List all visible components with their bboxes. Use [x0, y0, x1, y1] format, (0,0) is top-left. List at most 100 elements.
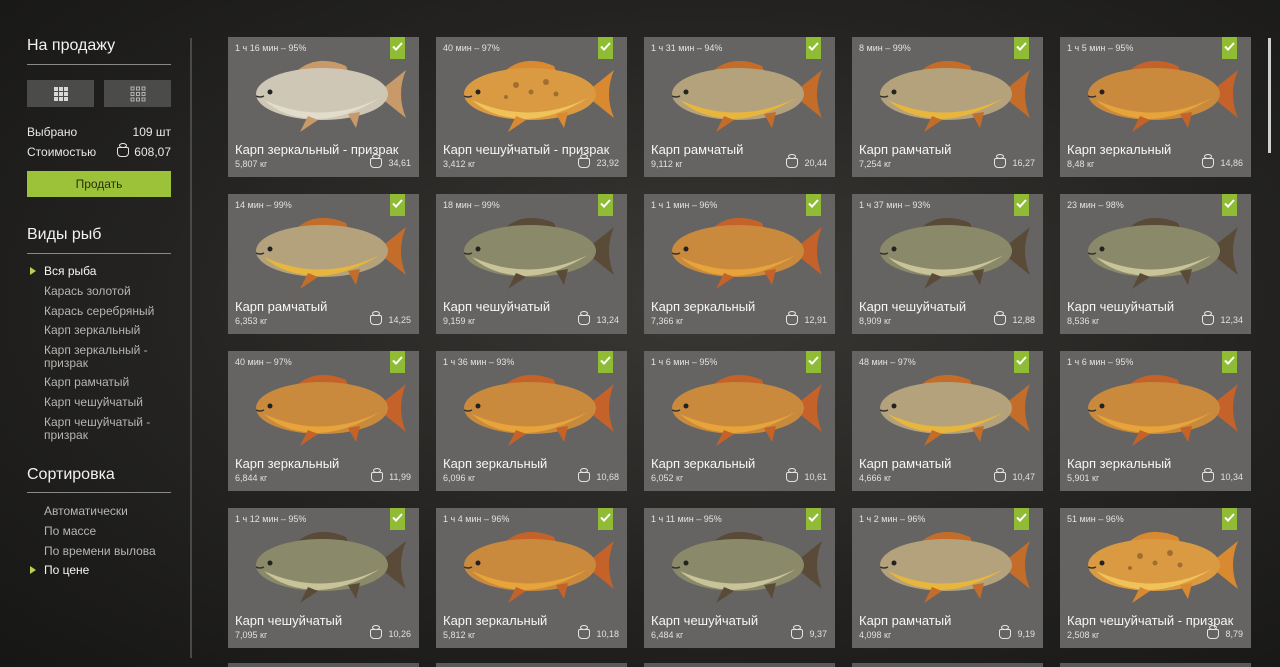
fish-card[interactable]: 1 ч 16 мин – 95% Карп зеркальный - призра… [228, 37, 419, 177]
silver-coin-icon [370, 625, 383, 639]
silver-coin-icon [117, 143, 130, 157]
silver-coin-icon [994, 468, 1007, 482]
check-icon [600, 42, 611, 51]
fish-image [238, 209, 410, 294]
sidebar: На продажу Выбрано 109 шт Стоимостью 608… [0, 0, 192, 667]
sorting-title: Сортировка [27, 466, 115, 483]
check-icon [600, 199, 611, 208]
sort-option[interactable]: Автоматически [44, 505, 164, 518]
fish-card[interactable]: 23 мин – 98% Карп чешуйчатый 8,536 кг 12,34 [1060, 194, 1251, 334]
price-value: 16,27 [1012, 158, 1035, 168]
fish-image [654, 52, 826, 137]
fish-card[interactable]: 51 мин – 96% Карп чешуйчатый - призрак 2,5… [1060, 508, 1251, 648]
price-value: 10,34 [1220, 472, 1243, 482]
fish-card[interactable]: 1 ч 6 мин – 95% Карп зеркальный 6,052 кг 10… [644, 351, 835, 491]
fish-image [1070, 523, 1242, 608]
fish-price: 16,27 [994, 154, 1035, 168]
active-arrow-icon [30, 267, 36, 275]
fish-price: 8,79 [1207, 625, 1243, 639]
silver-coin-icon [1202, 311, 1215, 325]
fish-name: Карп зеркальный [651, 456, 756, 471]
species-filter-item[interactable]: Карась серебряный [44, 305, 164, 318]
fish-card[interactable]: 1 ч 2 мин – 96% Карп рамчатый 4,098 кг 9,19 [852, 508, 1043, 648]
species-filter-item[interactable]: Карп чешуйчатый - призрак [44, 416, 164, 442]
sort-option[interactable]: По массе [44, 525, 164, 538]
fish-weight: 5,901 кг [1067, 473, 1100, 483]
fish-price: 34,61 [370, 154, 411, 168]
fish-image [862, 523, 1034, 608]
check-icon [1224, 199, 1235, 208]
fish-card[interactable]: 1 ч 37 мин – 93% Карп чешуйчатый 8,909 кг 1… [852, 194, 1043, 334]
species-filter-item[interactable]: Карась золотой [44, 285, 164, 298]
fish-card[interactable]: 1 ч 5 мин – 95% Карп зеркальный 8,48 кг 14,… [1060, 37, 1251, 177]
sell-button[interactable]: Продать [27, 171, 171, 197]
check-icon [1224, 513, 1235, 522]
fish-card[interactable]: 8 мин – 99% Карп рамчатый 7,254 кг 16,27 [852, 37, 1043, 177]
fish-weight: 7,095 кг [235, 630, 268, 640]
fish-card[interactable]: 14 мин – 99% Карп рамчатый 6,353 кг 14,25 [228, 194, 419, 334]
fish-name: Карп чешуйчатый [235, 613, 343, 628]
cost-value-group: 608,07 [117, 143, 171, 159]
fish-name: Карп чешуйчатый - призрак [1067, 613, 1234, 628]
grid-3x3-view-button[interactable] [27, 80, 94, 107]
fish-card[interactable]: 40 мин – 97% Карп чешуйчатый - призрак 3,4… [436, 37, 627, 177]
scrollbar[interactable] [1268, 38, 1271, 153]
check-icon [808, 42, 819, 51]
species-filter-item[interactable]: Карп зеркальный [44, 324, 164, 337]
price-value: 9,19 [1017, 629, 1035, 639]
fish-card[interactable]: 1 ч 12 мин – 95% Карп чешуйчатый 7,095 кг 1… [228, 508, 419, 648]
fish-price: 12,88 [994, 311, 1035, 325]
fish-card[interactable]: 48 мин – 97% Карп рамчатый 4,666 кг 10,47 [852, 351, 1043, 491]
fish-card[interactable]: 1 ч 6 мин – 95% Карп зеркальный 5,901 кг 10… [1060, 351, 1251, 491]
fish-price: 10,68 [578, 468, 619, 482]
price-value: 9,37 [809, 629, 827, 639]
check-icon [392, 513, 403, 522]
grid-4x4-view-button[interactable] [104, 80, 171, 107]
fish-price: 12,34 [1202, 311, 1243, 325]
fish-weight: 6,052 кг [651, 473, 684, 483]
price-value: 10,47 [1012, 472, 1035, 482]
species-filter-item[interactable]: Карп чешуйчатый [44, 396, 164, 409]
fish-weight: 2,508 кг [1067, 630, 1100, 640]
fish-card[interactable]: 1 ч 4 мин – 96% Карп зеркальный 5,812 кг 10… [436, 508, 627, 648]
fish-card-next-row [1060, 663, 1251, 667]
total-cost-row: Стоимостью 608,07 [27, 143, 171, 159]
silver-coin-icon [370, 154, 383, 168]
sidebar-divider [190, 38, 192, 658]
price-value: 11,99 [389, 472, 411, 482]
silver-coin-icon [1202, 468, 1215, 482]
fish-card[interactable]: 18 мин – 99% Карп чешуйчатый 9,159 кг 13,24 [436, 194, 627, 334]
check-icon [1016, 356, 1027, 365]
fish-image [446, 366, 618, 451]
species-filter-item[interactable]: Вся рыба [44, 265, 164, 278]
price-value: 12,91 [804, 315, 827, 325]
selected-value: 109 шт [132, 125, 171, 139]
fish-image [238, 52, 410, 137]
fish-card[interactable]: 1 ч 1 мин – 96% Карп зеркальный 7,366 кг 12… [644, 194, 835, 334]
species-filter-item[interactable]: Карп рамчатый [44, 376, 164, 389]
fish-price: 9,19 [999, 625, 1035, 639]
fish-name: Карп зеркальный [443, 456, 548, 471]
sort-option[interactable]: По времени вылова [44, 545, 164, 558]
check-icon [808, 356, 819, 365]
fish-card[interactable]: 40 мин – 97% Карп зеркальный 6,844 кг 11,99 [228, 351, 419, 491]
silver-coin-icon [999, 625, 1012, 639]
fish-card[interactable]: 1 ч 11 мин – 95% Карп чешуйчатый 6,484 кг 9… [644, 508, 835, 648]
fish-card[interactable]: 1 ч 36 мин – 93% Карп зеркальный 6,096 кг 1… [436, 351, 627, 491]
fish-weight: 8,909 кг [859, 316, 892, 326]
species-title: Виды рыб [27, 226, 102, 243]
fish-card[interactable]: 1 ч 31 мин – 94% Карп рамчатый 9,112 кг 20,… [644, 37, 835, 177]
grid-3x3-icon [53, 86, 68, 101]
fish-image [654, 523, 826, 608]
sort-option[interactable]: По цене [44, 564, 164, 577]
species-filter-item[interactable]: Карп зеркальный - призрак [44, 344, 164, 370]
fish-weight: 4,098 кг [859, 630, 892, 640]
price-value: 12,34 [1220, 315, 1243, 325]
silver-coin-icon [786, 154, 799, 168]
fish-image [446, 52, 618, 137]
fish-weight: 5,807 кг [235, 159, 268, 169]
fish-weight: 9,159 кг [443, 316, 476, 326]
price-value: 14,86 [1220, 158, 1243, 168]
price-value: 20,44 [804, 158, 827, 168]
price-value: 13,24 [596, 315, 619, 325]
